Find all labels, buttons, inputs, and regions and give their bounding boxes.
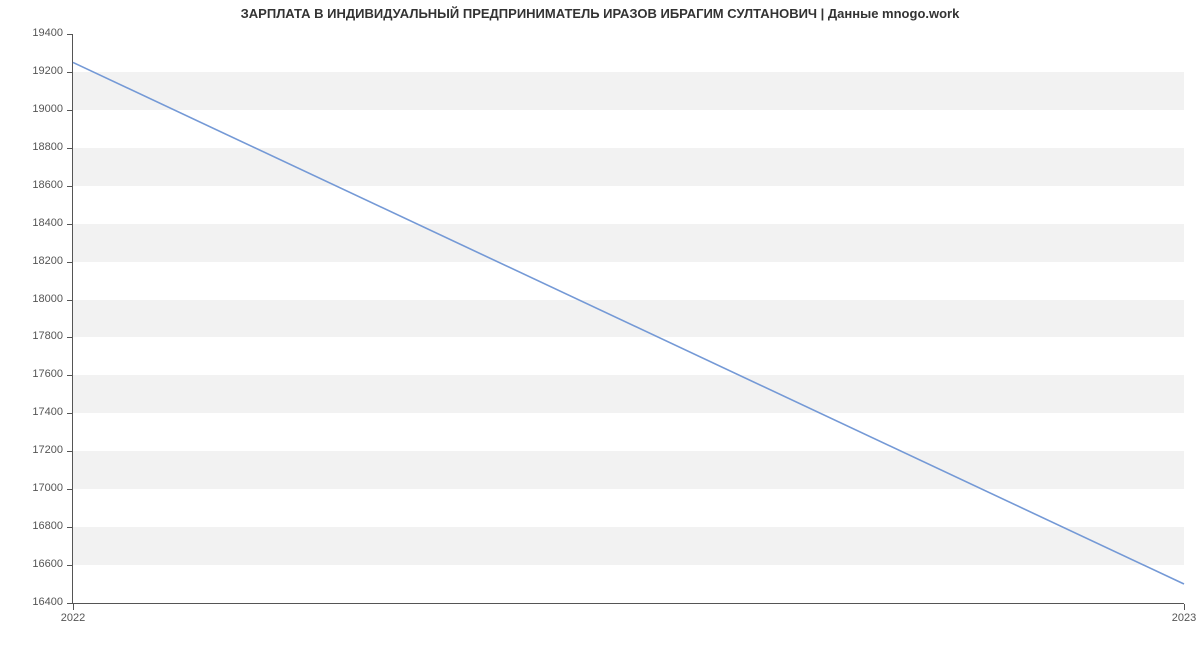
- y-tick-mark: [67, 337, 73, 338]
- y-tick-label: 16400: [32, 596, 63, 608]
- x-tick-mark: [1184, 604, 1185, 610]
- y-tick-mark: [67, 148, 73, 149]
- y-tick-mark: [67, 224, 73, 225]
- y-tick-label: 18800: [32, 141, 63, 153]
- y-tick-mark: [67, 34, 73, 35]
- y-tick-label: 18200: [32, 255, 63, 267]
- y-tick-label: 18600: [32, 179, 63, 191]
- y-tick-mark: [67, 300, 73, 301]
- y-tick-mark: [67, 565, 73, 566]
- y-tick-label: 17400: [32, 406, 63, 418]
- series-line: [73, 62, 1184, 584]
- y-tick-label: 18400: [32, 217, 63, 229]
- line-layer: [73, 34, 1184, 603]
- y-tick-mark: [67, 451, 73, 452]
- y-tick-mark: [67, 262, 73, 263]
- chart-title: ЗАРПЛАТА В ИНДИВИДУАЛЬНЫЙ ПРЕДПРИНИМАТЕЛ…: [0, 6, 1200, 21]
- y-tick-label: 19400: [32, 27, 63, 39]
- plot-area: 1640016600168001700017200174001760017800…: [72, 34, 1184, 604]
- y-tick-label: 16800: [32, 520, 63, 532]
- y-tick-label: 16600: [32, 558, 63, 570]
- x-tick-label: 2022: [61, 612, 85, 624]
- y-tick-label: 19200: [32, 65, 63, 77]
- y-tick-mark: [67, 72, 73, 73]
- y-tick-label: 17000: [32, 482, 63, 494]
- y-tick-label: 19000: [32, 103, 63, 115]
- chart-container: ЗАРПЛАТА В ИНДИВИДУАЛЬНЫЙ ПРЕДПРИНИМАТЕЛ…: [0, 0, 1200, 650]
- y-tick-mark: [67, 186, 73, 187]
- x-tick-mark: [73, 604, 74, 610]
- y-tick-mark: [67, 375, 73, 376]
- y-tick-label: 18000: [32, 293, 63, 305]
- y-tick-label: 17600: [32, 368, 63, 380]
- y-tick-mark: [67, 413, 73, 414]
- y-tick-label: 17200: [32, 444, 63, 456]
- y-tick-mark: [67, 110, 73, 111]
- y-tick-label: 17800: [32, 330, 63, 342]
- x-tick-label: 2023: [1172, 612, 1196, 624]
- y-tick-mark: [67, 489, 73, 490]
- y-tick-mark: [67, 527, 73, 528]
